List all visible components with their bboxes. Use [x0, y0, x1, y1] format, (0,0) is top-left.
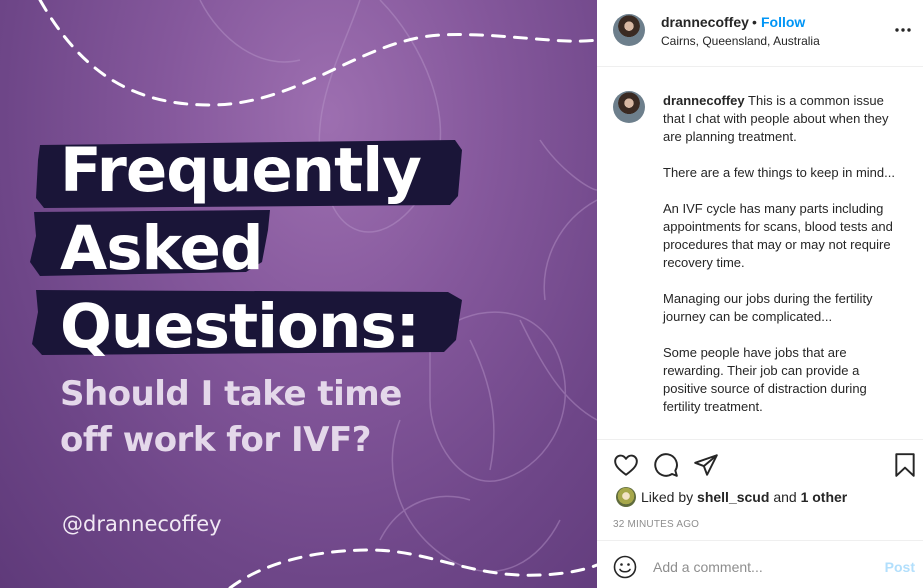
follow-button[interactable]: Follow [761, 14, 805, 30]
caption-author-avatar[interactable] [613, 91, 645, 123]
caption-username[interactable]: drannecoffey [663, 93, 745, 108]
author-username[interactable]: drannecoffey [661, 14, 749, 30]
caption-paragraph-2: There are a few things to keep in mind..… [663, 165, 895, 180]
likes-summary: Liked by shell_scud and 1 other [613, 487, 913, 507]
likes-text: Liked by shell_scud and 1 other [641, 489, 847, 505]
header-separator: • [752, 14, 757, 30]
emoji-icon[interactable] [613, 555, 637, 579]
post-actions: Liked by shell_scud and 1 other 32 minut… [597, 439, 923, 588]
caption-paragraph-4: Managing our jobs during the fertility j… [663, 291, 873, 324]
caption-paragraph-5: Some people have jobs that are rewarding… [663, 345, 867, 414]
image-title-line-1: Frequently [60, 135, 422, 206]
liker-avatar[interactable] [616, 487, 636, 507]
author-avatar[interactable] [613, 14, 645, 46]
post-header: drannecoffey • Follow Cairns, Queensland… [597, 0, 923, 67]
post-side-panel: drannecoffey • Follow Cairns, Queensland… [597, 0, 923, 588]
image-handle: @drannecoffey [62, 512, 222, 536]
post-timestamp[interactable]: 32 minutes ago [613, 519, 699, 530]
post-location[interactable]: Cairns, Queensland, Australia [661, 34, 820, 48]
comment-icon[interactable] [653, 452, 679, 478]
image-subtitle-line-2: off work for IVF? [60, 420, 371, 460]
comments-section[interactable]: drannecoffey This is a common issue that… [597, 67, 923, 439]
bookmark-icon[interactable] [892, 452, 918, 478]
image-subtitle-line-1: Should I take time [60, 374, 402, 414]
post-image[interactable]: Frequently Asked Questions: Should I tak… [0, 0, 597, 588]
more-horizontal-icon[interactable] [893, 20, 913, 40]
likes-connector: and [773, 489, 797, 505]
share-icon[interactable] [693, 452, 719, 478]
likes-others-link[interactable]: 1 other [801, 489, 848, 505]
liker-username[interactable]: shell_scud [697, 489, 769, 505]
image-title-line-3: Questions: [60, 291, 420, 362]
comment-input[interactable] [653, 554, 873, 580]
add-comment-bar: Post [597, 540, 923, 588]
image-title-line-2: Asked [60, 213, 263, 284]
caption-paragraph-1: drannecoffey This is a common issue that… [663, 92, 905, 146]
likes-prefix: Liked by [641, 489, 694, 505]
caption-paragraph-3: An IVF cycle has many parts including ap… [663, 201, 893, 270]
heart-icon[interactable] [613, 452, 639, 478]
post-comment-button[interactable]: Post [885, 559, 915, 575]
post-caption: drannecoffey This is a common issue that… [663, 92, 905, 434]
